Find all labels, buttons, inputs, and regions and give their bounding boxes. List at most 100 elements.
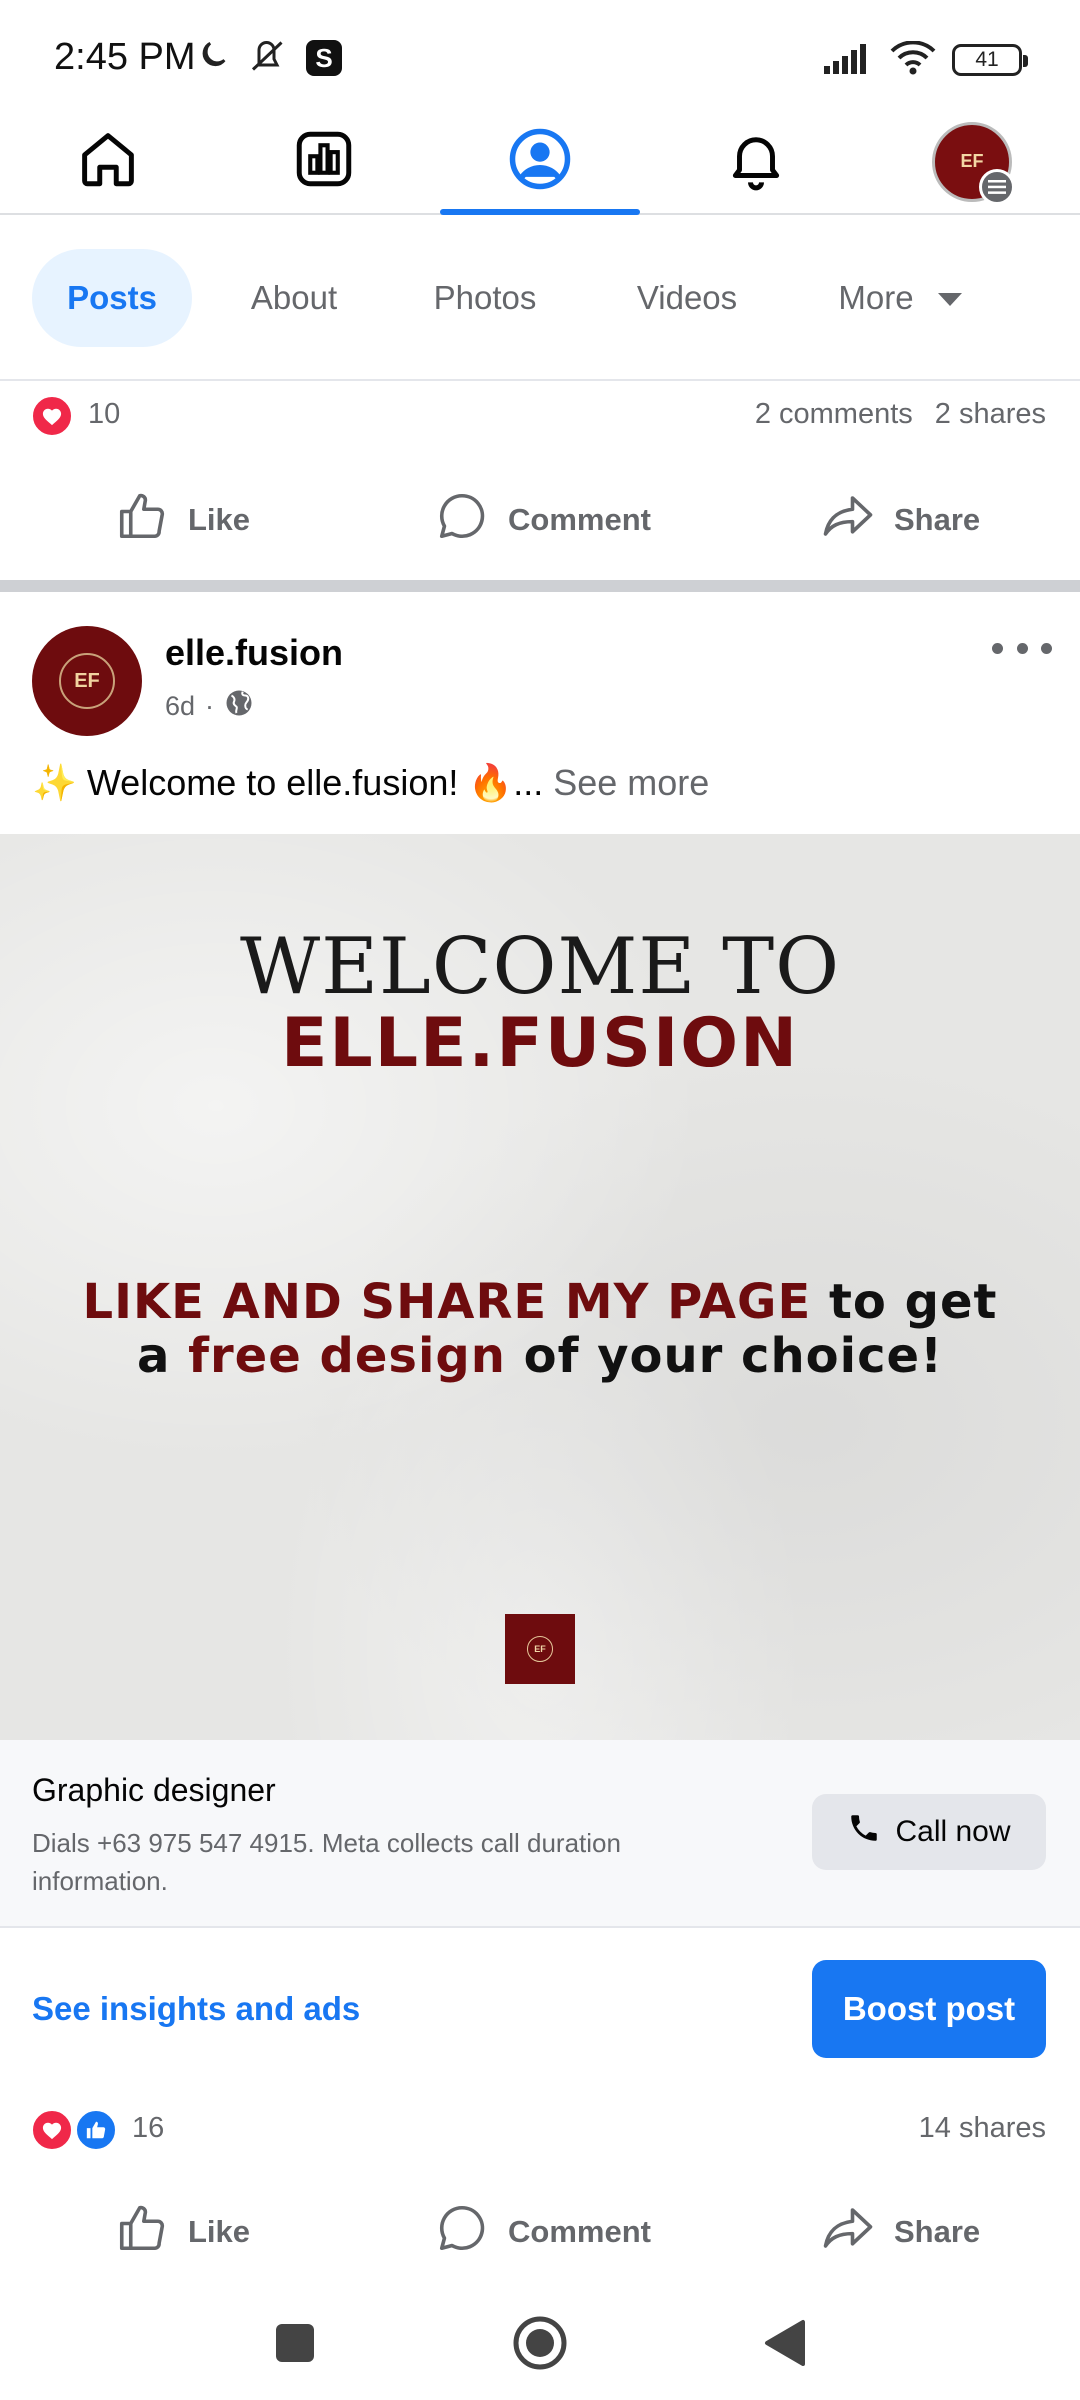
image-line-1-red: LIKE AND SHARE MY PAGE — [82, 1274, 812, 1330]
wifi-icon — [890, 39, 936, 80]
comment-icon — [434, 489, 490, 551]
post-text-ellipsis: ... — [513, 762, 544, 803]
reaction-count[interactable]: 16 — [132, 2112, 164, 2145]
post-author-name[interactable]: elle.fusion — [165, 632, 343, 674]
post-actions: Like Comment Share — [0, 2186, 1080, 2278]
bell-icon — [723, 126, 789, 197]
phone-icon — [847, 1811, 881, 1853]
share-label: Share — [894, 2214, 981, 2249]
image-welcome-text: WELCOME TO — [239, 922, 841, 1012]
caret-down-icon — [937, 292, 962, 306]
back-button[interactable] — [750, 2310, 820, 2380]
like-label: Like — [188, 502, 251, 537]
share-button[interactable]: Share — [820, 474, 980, 566]
back-triangle-icon — [763, 2319, 807, 2372]
nav-notifications[interactable] — [656, 110, 856, 213]
share-label: Share — [894, 502, 981, 537]
prev-post-reactions: 10 2 comments 2 shares — [0, 384, 1080, 444]
thumbs-up-icon — [114, 489, 170, 551]
comment-icon — [434, 2201, 490, 2263]
app-badge-icon: S — [306, 40, 342, 76]
call-now-button[interactable]: Call now — [812, 1794, 1046, 1870]
cta-description: Dials +63 975 547 4915. Meta collects ca… — [32, 1828, 621, 1896]
tab-videos[interactable]: Videos — [612, 249, 762, 347]
avatar: EF — [932, 121, 1015, 205]
meta-separator: · — [205, 691, 215, 721]
feed-divider — [0, 580, 1080, 592]
image-line-2-b: of your choice! — [523, 1328, 943, 1384]
love-reaction-icon[interactable] — [30, 2108, 74, 2152]
moon-icon — [196, 39, 230, 78]
tab-about[interactable]: About — [226, 249, 362, 347]
share-icon — [820, 489, 876, 551]
nav-menu[interactable]: EF — [872, 110, 1072, 213]
tab-posts[interactable]: Posts — [32, 249, 192, 347]
image-line-1: LIKE AND SHARE MY PAGE to get — [0, 1274, 1080, 1330]
tab-more[interactable]: More — [810, 249, 990, 347]
nav-profile[interactable] — [440, 110, 640, 215]
home-system-button[interactable] — [505, 2310, 575, 2380]
sparkle-emoji: ✨ — [32, 762, 77, 803]
post-text: ✨ Welcome to elle.fusion! 🔥... See more — [32, 762, 709, 804]
system-nav-bar — [0, 2290, 1080, 2400]
logo-mark: EF — [59, 653, 115, 709]
recents-button[interactable] — [260, 2310, 330, 2380]
dot-icon — [992, 642, 1003, 654]
image-line-2-red: free design — [188, 1328, 506, 1384]
see-insights-link[interactable]: See insights and ads — [32, 1990, 360, 2028]
dot-icon — [1016, 642, 1028, 654]
image-line-2-a: a — [136, 1328, 171, 1384]
image-brand-text: ELLE.FUSION — [280, 1004, 800, 1083]
image-line-1-black: to get — [828, 1274, 998, 1330]
profile-tabs: Posts About Photos Videos More — [0, 215, 1080, 381]
post-image[interactable]: WELCOME TO ELLE.FUSION LIKE AND SHARE MY… — [0, 834, 1080, 1740]
logo-mark: EF — [527, 1636, 553, 1662]
share-button[interactable]: Share — [820, 2186, 980, 2278]
share-icon — [820, 2201, 876, 2263]
comment-button[interactable]: Comment — [434, 2186, 651, 2278]
nav-home[interactable] — [8, 110, 208, 213]
call-now-label: Call now — [895, 1815, 1011, 1848]
signal-icon — [824, 42, 874, 79]
like-reaction-icon[interactable] — [74, 2108, 118, 2152]
post-reactions: 16 14 shares — [0, 2098, 1080, 2158]
post-meta: 6d · — [165, 688, 254, 725]
vibrate-off-icon — [248, 38, 288, 79]
thumbs-up-icon — [114, 2201, 170, 2263]
reaction-count[interactable]: 10 — [88, 398, 120, 431]
nav-insights[interactable] — [224, 110, 424, 213]
post-more-options-button[interactable] — [992, 630, 1052, 666]
prev-post-actions: Like Comment Share — [0, 474, 1080, 566]
shares-count[interactable]: 2 shares — [935, 398, 1046, 431]
comments-count[interactable]: 2 comments — [755, 398, 913, 431]
tab-photos[interactable]: Photos — [410, 249, 560, 347]
post-author-avatar[interactable]: EF — [32, 626, 142, 736]
see-more-link[interactable]: See more — [553, 762, 709, 803]
dot-icon — [1041, 642, 1052, 654]
tab-more-label: More — [838, 279, 914, 316]
comment-button[interactable]: Comment — [434, 474, 651, 566]
home-icon — [75, 126, 141, 197]
status-bar: 2:45 PM S 41 — [0, 0, 1080, 110]
love-reaction-icon[interactable] — [30, 394, 74, 438]
comment-label: Comment — [508, 502, 651, 537]
boost-post-button[interactable]: Boost post — [812, 1960, 1046, 2058]
status-time: 2:45 PM — [54, 36, 196, 78]
fire-emoji: 🔥 — [468, 762, 514, 803]
cta-title: Graphic designer — [32, 1772, 276, 1808]
call-to-action-box: Graphic designer Dials +63 975 547 4915.… — [0, 1740, 1080, 1928]
chart-icon — [291, 126, 357, 197]
globe-icon — [224, 688, 254, 725]
square-icon — [274, 2322, 316, 2369]
image-logo: EF — [505, 1614, 575, 1684]
circle-home-icon — [512, 2315, 568, 2376]
menu-icon — [979, 168, 1015, 205]
like-button[interactable]: Like — [114, 474, 250, 566]
comment-label: Comment — [508, 2214, 651, 2249]
post-time[interactable]: 6d — [165, 691, 195, 722]
like-button[interactable]: Like — [114, 2186, 250, 2278]
battery-icon: 41 — [952, 44, 1028, 76]
top-nav: EF — [0, 110, 1080, 215]
shares-count[interactable]: 14 shares — [919, 2112, 1046, 2145]
logo-mark: EF — [960, 151, 984, 171]
